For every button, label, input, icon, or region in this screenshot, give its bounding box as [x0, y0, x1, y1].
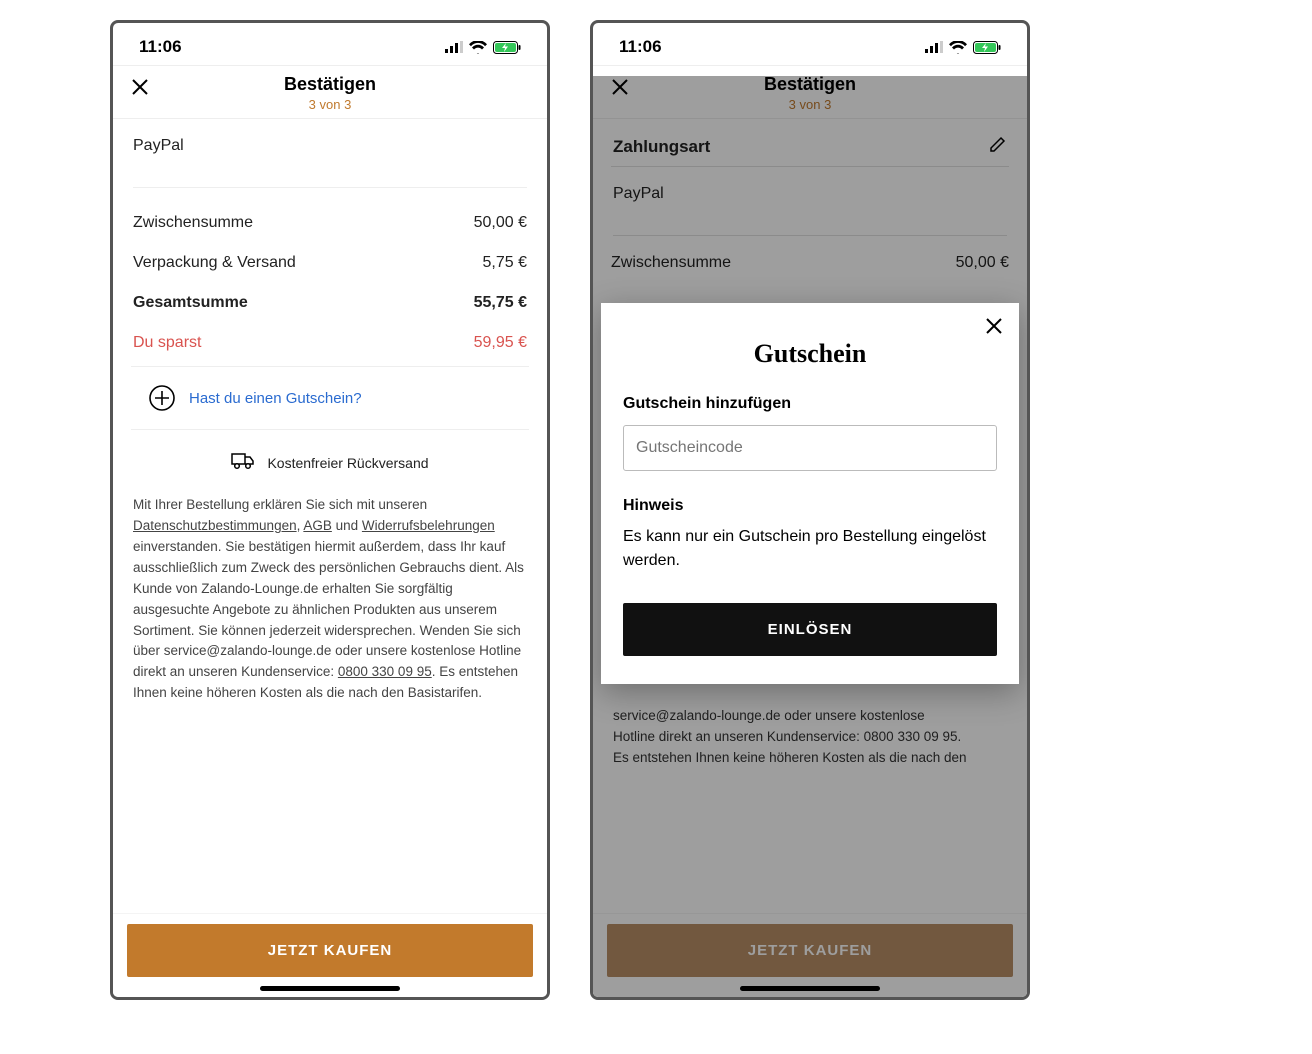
- close-icon[interactable]: [131, 78, 149, 101]
- redeem-button[interactable]: EINLÖSEN: [623, 603, 997, 656]
- hotline-number[interactable]: 0800 330 09 95: [338, 664, 432, 679]
- voucher-note-text: Es kann nur ein Gutschein pro Bestellung…: [623, 525, 997, 573]
- savings-label: Du sparst: [133, 334, 201, 352]
- agb-link[interactable]: AGB: [303, 518, 332, 533]
- shipping-label: Verpackung & Versand: [133, 254, 296, 272]
- voucher-code-input[interactable]: [623, 425, 997, 471]
- add-voucher-button[interactable]: Hast du einen Gutschein?: [131, 367, 529, 430]
- home-indicator[interactable]: [260, 986, 400, 991]
- voucher-add-label: Gutschein hinzufügen: [623, 395, 997, 413]
- total-label: Gesamtsumme: [133, 294, 248, 312]
- withdrawal-link[interactable]: Widerrufsbelehrungen: [362, 518, 495, 533]
- voucher-prompt: Hast du einen Gutschein?: [189, 390, 362, 407]
- cellular-icon: [925, 41, 943, 53]
- modal-title: Gutschein: [623, 339, 997, 369]
- wifi-icon: [469, 41, 487, 54]
- voucher-note-heading: Hinweis: [623, 497, 997, 515]
- voucher-modal: Gutschein Gutschein hinzufügen Hinweis E…: [601, 303, 1019, 684]
- total-row: Gesamtsumme 55,75 €: [133, 286, 527, 326]
- plus-circle-icon: [149, 385, 175, 411]
- subtotal-value: 50,00 €: [474, 214, 527, 232]
- free-return-info: Kostenfreier Rückversand: [131, 430, 529, 495]
- status-icons: [925, 41, 1001, 54]
- truck-icon: [231, 452, 255, 473]
- payment-method: PayPal: [133, 119, 527, 188]
- subtotal-row: Zwischensumme 50,00 €: [133, 206, 527, 246]
- buy-now-button[interactable]: JETZT KAUFEN: [127, 924, 533, 977]
- shipping-value: 5,75 €: [483, 254, 527, 272]
- home-indicator[interactable]: [740, 986, 880, 991]
- savings-row: Du sparst 59,95 €: [133, 326, 527, 366]
- nav-title: Bestätigen 3 von 3: [284, 74, 376, 112]
- buy-bar: JETZT KAUFEN: [113, 913, 547, 997]
- status-icons: [445, 41, 521, 54]
- total-value: 55,75 €: [474, 294, 527, 312]
- page-title: Bestätigen: [284, 74, 376, 95]
- battery-charging-icon: [493, 41, 521, 54]
- nav-bar: Bestätigen 3 von 3: [113, 65, 547, 119]
- status-time: 11:06: [139, 37, 182, 57]
- status-bar: 11:06: [593, 23, 1027, 65]
- legal-text: Mit Ihrer Bestellung erklären Sie sich m…: [131, 495, 529, 714]
- privacy-link[interactable]: Datenschutzbestimmungen: [133, 518, 297, 533]
- free-return-text: Kostenfreier Rückversand: [267, 455, 428, 471]
- close-modal-icon[interactable]: [985, 317, 1003, 340]
- phone-right: 11:06 Bestätigen 3 von 3 Zahlungsart Pay…: [590, 20, 1030, 1000]
- checkout-content: PayPal Zwischensumme 50,00 € Verpackung …: [113, 119, 547, 913]
- shipping-row: Verpackung & Versand 5,75 €: [133, 246, 527, 286]
- status-time: 11:06: [619, 37, 662, 57]
- phone-left: 11:06 Bestätigen 3 von 3 PayPal Zwischen…: [110, 20, 550, 1000]
- checkout-step: 3 von 3: [284, 97, 376, 112]
- order-summary: Zwischensumme 50,00 € Verpackung & Versa…: [131, 188, 529, 367]
- wifi-icon: [949, 41, 967, 54]
- savings-value: 59,95 €: [474, 334, 527, 352]
- status-bar: 11:06: [113, 23, 547, 65]
- cellular-icon: [445, 41, 463, 53]
- subtotal-label: Zwischensumme: [133, 214, 253, 232]
- battery-charging-icon: [973, 41, 1001, 54]
